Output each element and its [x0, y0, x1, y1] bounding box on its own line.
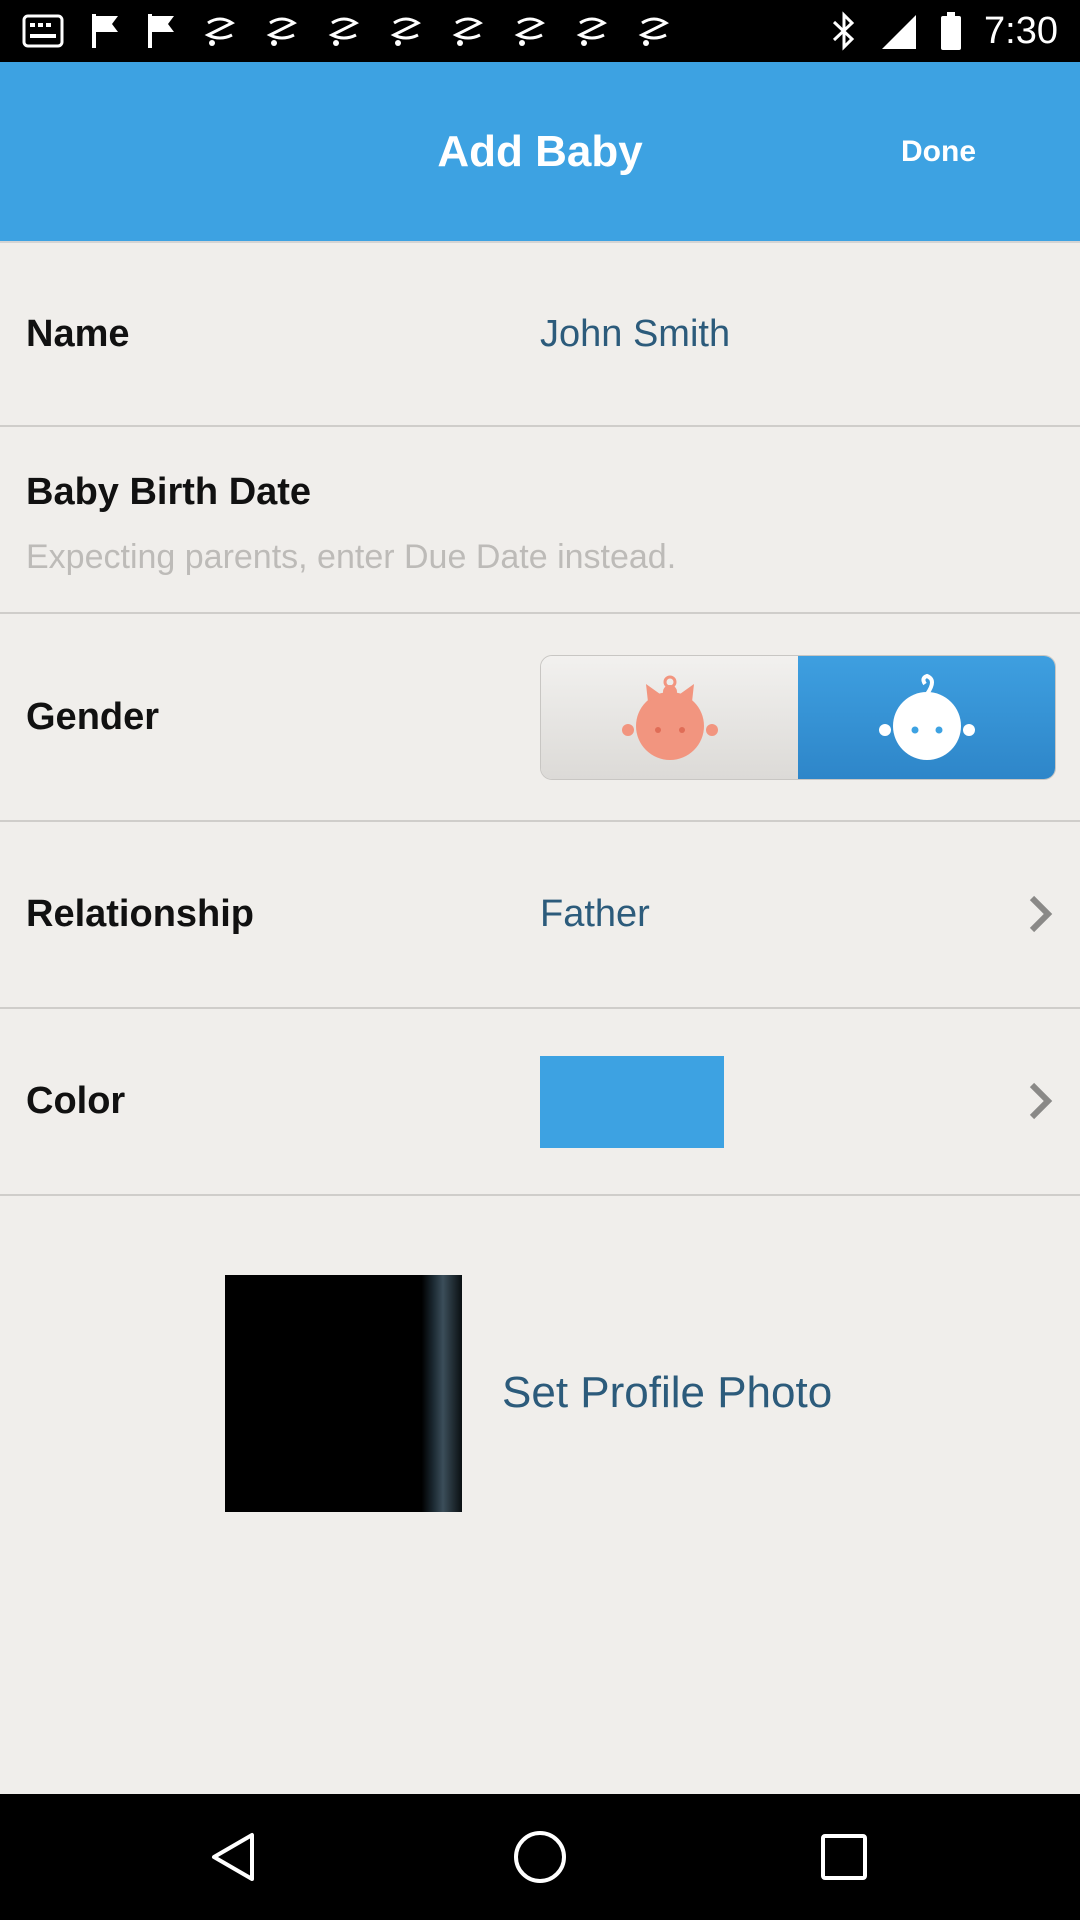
- gender-boy-option[interactable]: [798, 656, 1055, 779]
- status-time: 7:30: [984, 10, 1058, 52]
- battery-icon: [941, 12, 962, 50]
- home-icon[interactable]: [510, 1827, 570, 1887]
- color-label: Color: [26, 1080, 126, 1122]
- gender-girl-option[interactable]: [541, 656, 798, 779]
- message-icon: [22, 14, 64, 48]
- gender-row: Gender: [0, 614, 1080, 822]
- spiral-icon: [514, 17, 545, 46]
- spiral-icon: [452, 17, 483, 46]
- birth-date-label: Baby Birth Date: [26, 471, 312, 513]
- spiral-icon: [204, 17, 235, 46]
- navigation-bar: [0, 1794, 1080, 1920]
- status-bar: 7:30: [0, 0, 1080, 62]
- spiral-icon: [266, 17, 297, 46]
- birth-date-hint: Expecting parents, enter Due Date instea…: [26, 538, 677, 576]
- relationship-row[interactable]: Relationship Father: [0, 822, 1080, 1009]
- baby-girl-icon: [621, 675, 718, 760]
- profile-photo[interactable]: [225, 1275, 462, 1512]
- system-icons: 7:30: [830, 8, 1058, 54]
- spiral-icon: [328, 17, 359, 46]
- name-row: Name John Smith: [0, 243, 1080, 427]
- recents-icon[interactable]: [814, 1827, 874, 1887]
- spiral-icon: [390, 17, 421, 46]
- relationship-label: Relationship: [26, 893, 255, 935]
- app-header: Add Baby Done: [0, 62, 1080, 243]
- flag-icon: [92, 14, 118, 48]
- flag-icon: [148, 14, 174, 48]
- set-profile-photo-button[interactable]: Set Profile Photo: [502, 1360, 832, 1426]
- name-field[interactable]: John Smith: [540, 243, 730, 425]
- baby-boy-icon: [878, 673, 975, 760]
- done-button[interactable]: Done: [901, 120, 976, 184]
- notification-icons: [22, 12, 672, 50]
- spiral-icon: [638, 17, 669, 46]
- spiral-icon: [576, 17, 607, 46]
- color-row[interactable]: Color: [0, 1009, 1080, 1196]
- back-icon[interactable]: [206, 1827, 266, 1887]
- gender-label: Gender: [26, 696, 160, 738]
- relationship-value: Father: [540, 893, 650, 935]
- bluetooth-icon: [833, 11, 855, 51]
- gender-toggle[interactable]: [540, 655, 1056, 780]
- chevron-right-icon: [1028, 1081, 1054, 1121]
- signal-icon: [882, 15, 917, 49]
- color-swatch: [540, 1056, 724, 1148]
- name-label: Name: [26, 313, 130, 355]
- birth-date-row[interactable]: Baby Birth Date Expecting parents, enter…: [0, 427, 1080, 614]
- chevron-right-icon: [1028, 894, 1054, 934]
